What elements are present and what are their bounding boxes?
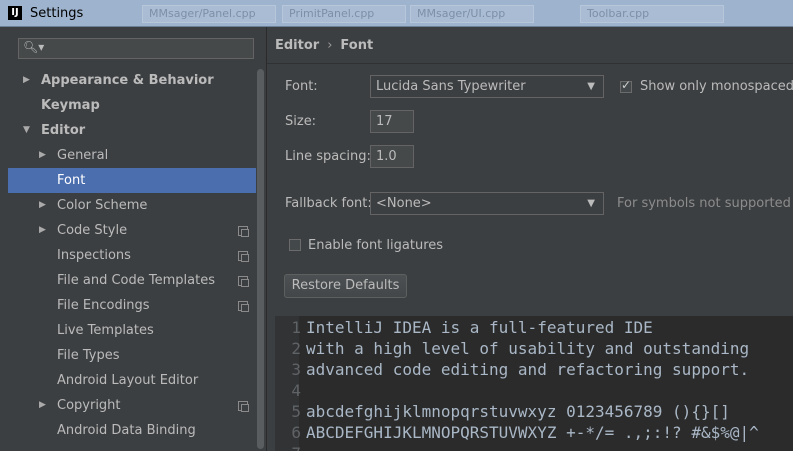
sidebar-item-label: Editor bbox=[41, 123, 86, 138]
font-label: Font: bbox=[285, 79, 318, 94]
line-spacing-input[interactable]: 1.0 bbox=[370, 145, 414, 168]
font-settings-panel: Editor › Font Font: Lucida Sans Typewriter… bbox=[267, 27, 793, 451]
sidebar-item[interactable]: Android Layout Editor bbox=[8, 368, 264, 393]
sidebar-item-label: Android Layout Editor bbox=[57, 373, 199, 388]
sidebar-item[interactable]: Font bbox=[8, 168, 264, 193]
intellij-app-icon: IJ bbox=[8, 6, 22, 20]
expand-arrow-right-icon[interactable]: ▶ bbox=[23, 68, 30, 93]
sidebar-item-label: Live Templates bbox=[57, 323, 154, 338]
sidebar-item-label: File Encodings bbox=[57, 298, 150, 313]
line-number: 1 bbox=[291, 318, 301, 337]
background-tab: MMsager/Panel.cpp bbox=[142, 5, 276, 23]
sidebar-item-label: Copyright bbox=[57, 398, 121, 413]
sidebar-item[interactable]: Android Data Binding bbox=[8, 418, 264, 443]
line-number: 5 bbox=[291, 402, 301, 421]
size-input[interactable]: 17 bbox=[370, 110, 414, 133]
sidebar-item[interactable]: File Types bbox=[8, 343, 264, 368]
line-number: 6 bbox=[291, 423, 301, 442]
sidebar-item[interactable]: File Encodings bbox=[8, 293, 264, 318]
chevron-down-icon: ▼ bbox=[587, 198, 595, 209]
fallback-font-value: <None> bbox=[376, 196, 432, 211]
breadcrumb: Editor › Font bbox=[275, 38, 373, 53]
sidebar-item-label: File Types bbox=[57, 348, 120, 363]
project-settings-icon bbox=[238, 276, 249, 287]
preview-text: ABCDEFGHIJKLMNOPQRSTUVWXYZ +-*/= .,;:!? … bbox=[306, 423, 759, 442]
restore-defaults-button[interactable]: Restore Defaults bbox=[284, 274, 407, 298]
sidebar-item-label: Appearance & Behavior bbox=[41, 73, 214, 88]
sidebar-item-label: Font bbox=[57, 173, 86, 188]
sidebar-item-label: General bbox=[57, 148, 109, 163]
settings-sidebar: 🔍︎▾ ▶ Appearance & Behavior Keymap ▼ Editor ▶… bbox=[0, 27, 265, 451]
monospaced-checkbox[interactable]: ✓ bbox=[620, 78, 632, 93]
breadcrumb-separator: › bbox=[327, 38, 333, 53]
sidebar-item[interactable]: Keymap bbox=[8, 93, 264, 118]
chevron-down-icon: ▼ bbox=[587, 81, 595, 92]
sidebar-item[interactable]: ▶ General bbox=[8, 143, 264, 168]
sidebar-item[interactable]: Inspections bbox=[8, 243, 264, 268]
fallback-font-label: Fallback font: bbox=[285, 196, 372, 211]
expand-arrow-right-icon[interactable]: ▶ bbox=[39, 393, 46, 418]
search-icon: 🔍︎▾ bbox=[23, 40, 45, 54]
font-preview-editor[interactable]: 1 IntelliJ IDEA is a full-featured IDE 2 wi… bbox=[275, 316, 793, 451]
scrollbar-thumb[interactable] bbox=[257, 69, 264, 449]
window-title: Settings bbox=[30, 6, 84, 21]
sidebar-item-label: Code Style bbox=[57, 223, 128, 238]
line-number: 4 bbox=[291, 381, 301, 400]
line-spacing-label: Line spacing: bbox=[285, 149, 371, 164]
background-tab: PrimitPanel.cpp bbox=[282, 5, 406, 23]
sidebar-item-label: Inspections bbox=[57, 248, 131, 263]
font-select[interactable]: Lucida Sans Typewriter ▼ bbox=[370, 75, 604, 98]
project-settings-icon bbox=[238, 226, 249, 237]
expand-arrow-right-icon[interactable]: ▶ bbox=[39, 218, 46, 243]
sidebar-item[interactable]: File and Code Templates bbox=[8, 268, 264, 293]
sidebar-item[interactable]: ▶ Color Scheme bbox=[8, 193, 264, 218]
breadcrumb-parent: Editor bbox=[275, 38, 320, 53]
preview-text: IntelliJ IDEA is a full-featured IDE bbox=[306, 318, 653, 337]
background-tab: Toolbar.cpp bbox=[580, 5, 724, 23]
monospaced-label[interactable]: Show only monospaced fo bbox=[640, 79, 793, 94]
sidebar-item[interactable]: Live Templates bbox=[8, 318, 264, 343]
sidebar-item[interactable]: ▼ Editor bbox=[8, 118, 264, 143]
ligatures-label[interactable]: Enable font ligatures bbox=[308, 238, 443, 253]
search-input[interactable] bbox=[18, 38, 254, 59]
line-number: 7 bbox=[275, 443, 301, 451]
project-settings-icon bbox=[238, 301, 249, 312]
title-bar: IJ Settings MMsager/Panel.cpp PrimitPane… bbox=[0, 0, 793, 27]
line-number: 2 bbox=[291, 339, 301, 358]
fallback-hint: For symbols not supported by bbox=[617, 196, 793, 211]
breadcrumb-current: Font bbox=[340, 38, 374, 53]
line-number: 3 bbox=[291, 360, 301, 379]
sidebar-item[interactable]: ▶ Copyright bbox=[8, 393, 264, 418]
font-select-value: Lucida Sans Typewriter bbox=[376, 79, 526, 94]
sidebar-scrollbar[interactable] bbox=[256, 27, 265, 451]
preview-text: with a high level of usability and outst… bbox=[306, 339, 750, 358]
ligatures-checkbox[interactable] bbox=[289, 239, 301, 251]
sidebar-item-label: Android Data Binding bbox=[57, 423, 196, 438]
header-divider bbox=[267, 63, 793, 64]
expand-arrow-right-icon[interactable]: ▶ bbox=[39, 143, 46, 168]
project-settings-icon bbox=[238, 401, 249, 412]
background-tab: MMsager/UI.cpp bbox=[410, 5, 534, 23]
expand-arrow-right-icon[interactable]: ▶ bbox=[39, 193, 46, 218]
project-settings-icon bbox=[238, 251, 249, 262]
sidebar-item[interactable]: ▶ Code Style bbox=[8, 218, 264, 243]
expand-arrow-down-icon[interactable]: ▼ bbox=[23, 118, 30, 143]
sidebar-item-label: Keymap bbox=[41, 98, 100, 113]
preview-text: abcdefghijklmnopqrstuvwxyz 0123456789 ()… bbox=[306, 402, 730, 421]
size-label: Size: bbox=[285, 114, 317, 129]
preview-text: advanced code editing and refactoring su… bbox=[306, 360, 750, 379]
sidebar-item-label: Color Scheme bbox=[57, 198, 148, 213]
check-icon: ✓ bbox=[621, 78, 632, 92]
sidebar-item-label: File and Code Templates bbox=[57, 273, 215, 288]
sidebar-item[interactable]: ▶ Appearance & Behavior bbox=[8, 68, 264, 93]
fallback-font-select[interactable]: <None> ▼ bbox=[370, 192, 604, 215]
